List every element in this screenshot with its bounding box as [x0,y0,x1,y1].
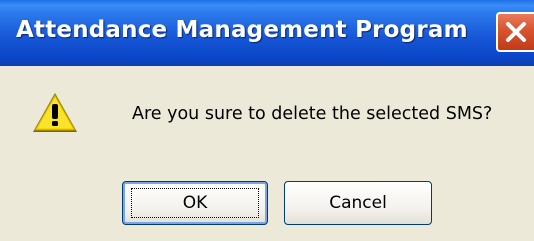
cancel-button[interactable]: Cancel [284,181,432,225]
confirm-dialog: Attendance Management Program Are you su… [0,0,534,241]
ok-button-label: OK [182,193,208,213]
close-button[interactable] [496,12,534,52]
title-bar[interactable]: Attendance Management Program [0,0,534,66]
cancel-button-label: Cancel [329,193,387,213]
ok-button[interactable]: OK [122,181,268,225]
warning-icon [33,93,77,132]
dialog-message: Are you sure to delete the selected SMS? [132,104,493,124]
window-title: Attendance Management Program [16,17,468,43]
close-icon [506,22,526,42]
